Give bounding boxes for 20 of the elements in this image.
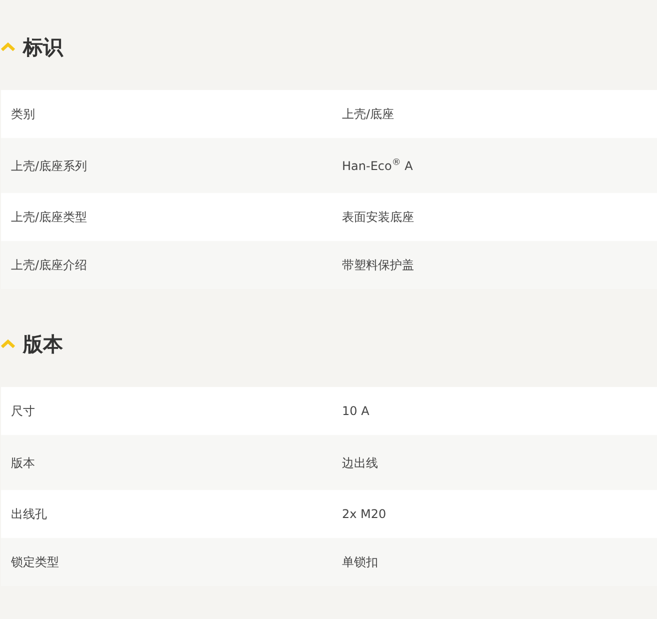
spec-value: 表面安装底座 — [341, 209, 415, 226]
spec-value: 上壳/底座 — [341, 106, 396, 123]
spec-value: Han-Eco$^{®}$ A — [341, 156, 414, 174]
spec-label: 上壳/底座介绍 — [10, 257, 88, 274]
chevron-up-icon[interactable] — [0, 42, 16, 52]
spec-value: 10 A — [341, 403, 370, 420]
spec-value: 带塑料保护盖 — [341, 257, 415, 274]
spec-label: 出线孔 — [10, 506, 48, 523]
spec-label: 版本 — [10, 454, 36, 472]
section-title[interactable]: 标识 — [23, 34, 63, 60]
spec-label: 类别 — [10, 106, 36, 123]
spec-value: 边出线 — [341, 454, 379, 472]
spec-label: 锁定类型 — [10, 554, 60, 571]
spec-value: 2x M20 — [341, 506, 388, 523]
spec-label: 上壳/底座类型 — [10, 209, 88, 226]
spec-label: 上壳/底座系列 — [10, 158, 88, 174]
spec-label: 尺寸 — [10, 403, 36, 420]
section-title[interactable]: 版本 — [23, 330, 63, 358]
spec-value: 单锁扣 — [341, 554, 379, 571]
chevron-up-icon[interactable] — [0, 339, 16, 349]
